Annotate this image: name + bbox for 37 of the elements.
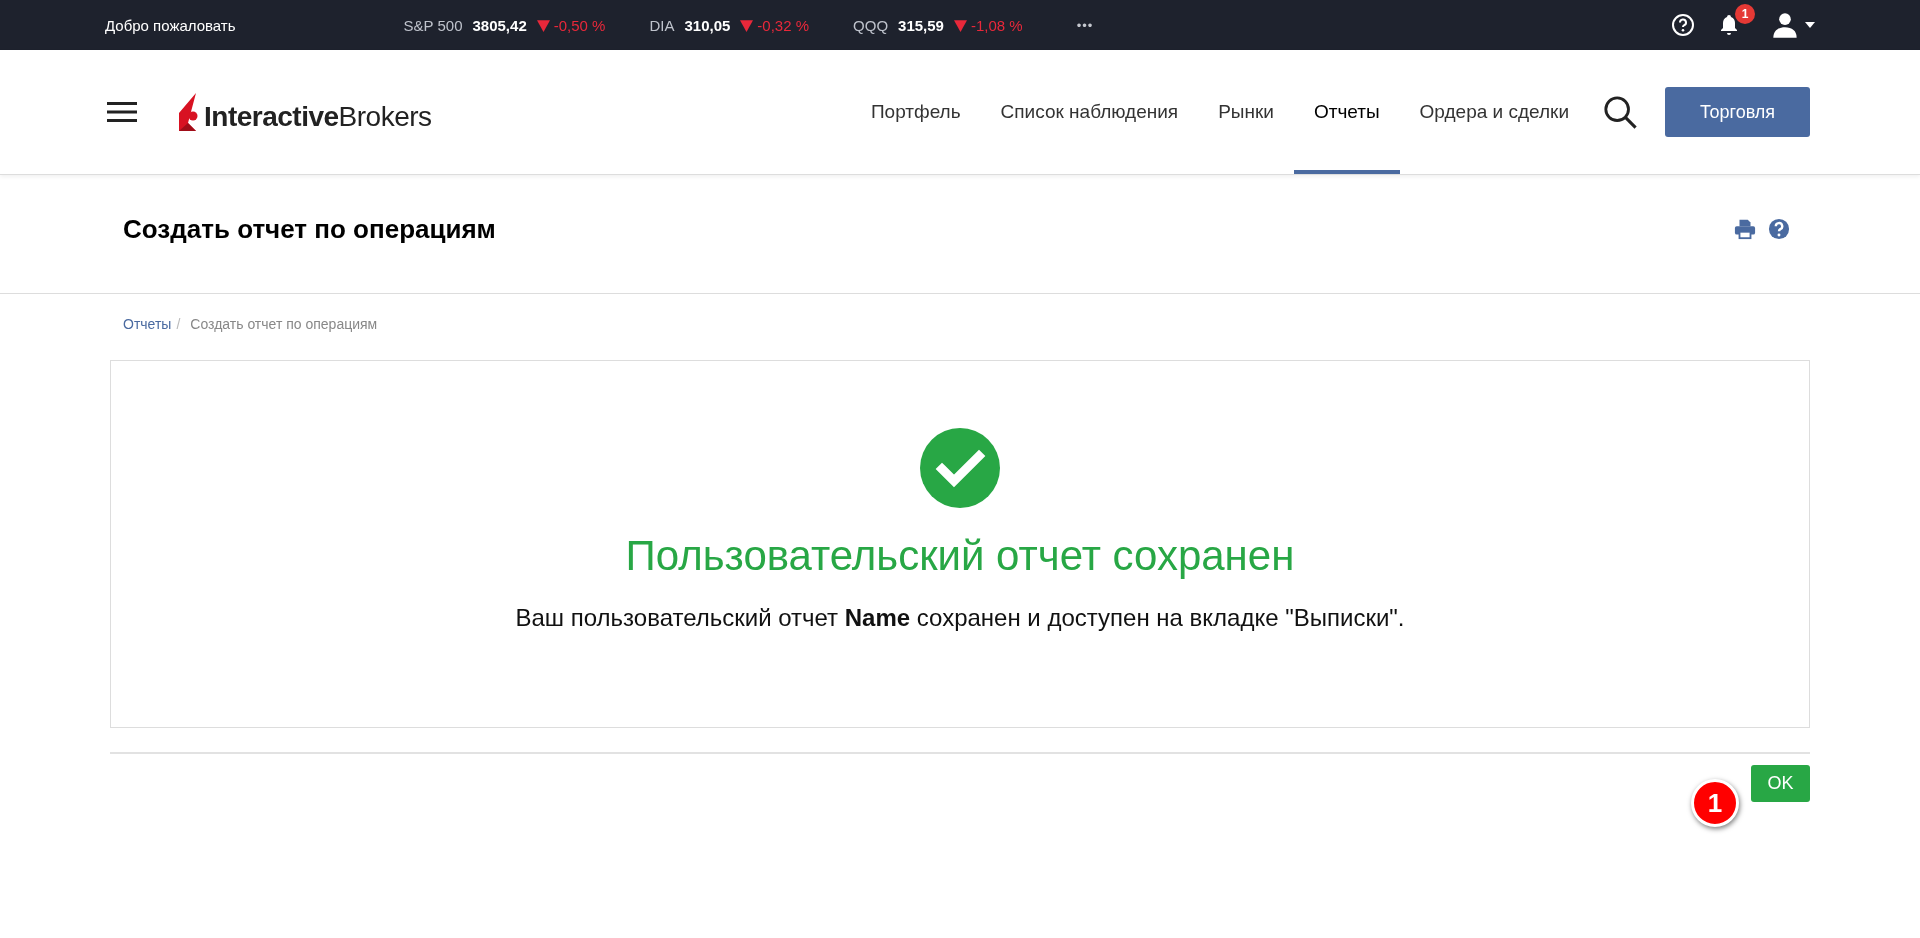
logo-text: InteractiveBrokers [204, 103, 432, 131]
success-message: Ваш пользовательский отчет Name сохранен и доступен на вкладке "Выписки". [515, 604, 1405, 632]
nav-tab[interactable]: Список наблюдения [980, 50, 1199, 174]
search-icon[interactable] [1603, 95, 1637, 129]
down-triangle-icon [953, 18, 967, 32]
breadcrumb-separator: / [176, 316, 181, 332]
nav-tab[interactable]: Ордера и сделки [1399, 50, 1589, 174]
ticker-value: 3805,42 [472, 16, 527, 34]
ticker-change: -0,50 % [553, 16, 606, 34]
ticker-symbol: DIA [649, 16, 675, 34]
success-check-icon [920, 428, 1000, 508]
step-marker: 1 [1691, 779, 1739, 827]
menu-icon[interactable] [107, 101, 137, 123]
ticker-symbol: S&P 500 [403, 16, 463, 34]
ticker-symbol: QQQ [853, 16, 889, 34]
down-triangle-icon [740, 18, 754, 32]
ticker-change: -1,08 % [970, 16, 1023, 34]
page-title: Создать отчет по операциям [123, 213, 496, 245]
caret-icon[interactable] [1805, 22, 1815, 28]
nav-tab[interactable]: Рынки [1198, 50, 1294, 174]
help-icon[interactable] [1671, 13, 1695, 37]
nav-tab[interactable]: Портфель [850, 50, 981, 174]
trade-button[interactable]: Торговля [1665, 87, 1810, 137]
ticker-value: 310,05 [684, 16, 731, 34]
welcome-text: Добро пожаловать [105, 16, 236, 34]
user-icon[interactable] [1771, 11, 1799, 39]
down-triangle-icon [536, 18, 550, 32]
ticker-value: 315,59 [898, 16, 944, 34]
logo-mark-icon [179, 93, 199, 131]
ticker-change: -0,32 % [757, 16, 810, 34]
notification-badge: 1 [1735, 4, 1755, 24]
print-icon[interactable] [1734, 218, 1756, 240]
more-button[interactable]: ••• [1076, 17, 1094, 33]
breadcrumb-current: Создать отчет по операциям [190, 316, 378, 332]
nav-tab[interactable]: Отчеты [1293, 50, 1400, 174]
breadcrumb-link[interactable]: Отчеты [123, 316, 172, 332]
success-heading: Пользовательский отчет сохранен [625, 532, 1295, 580]
